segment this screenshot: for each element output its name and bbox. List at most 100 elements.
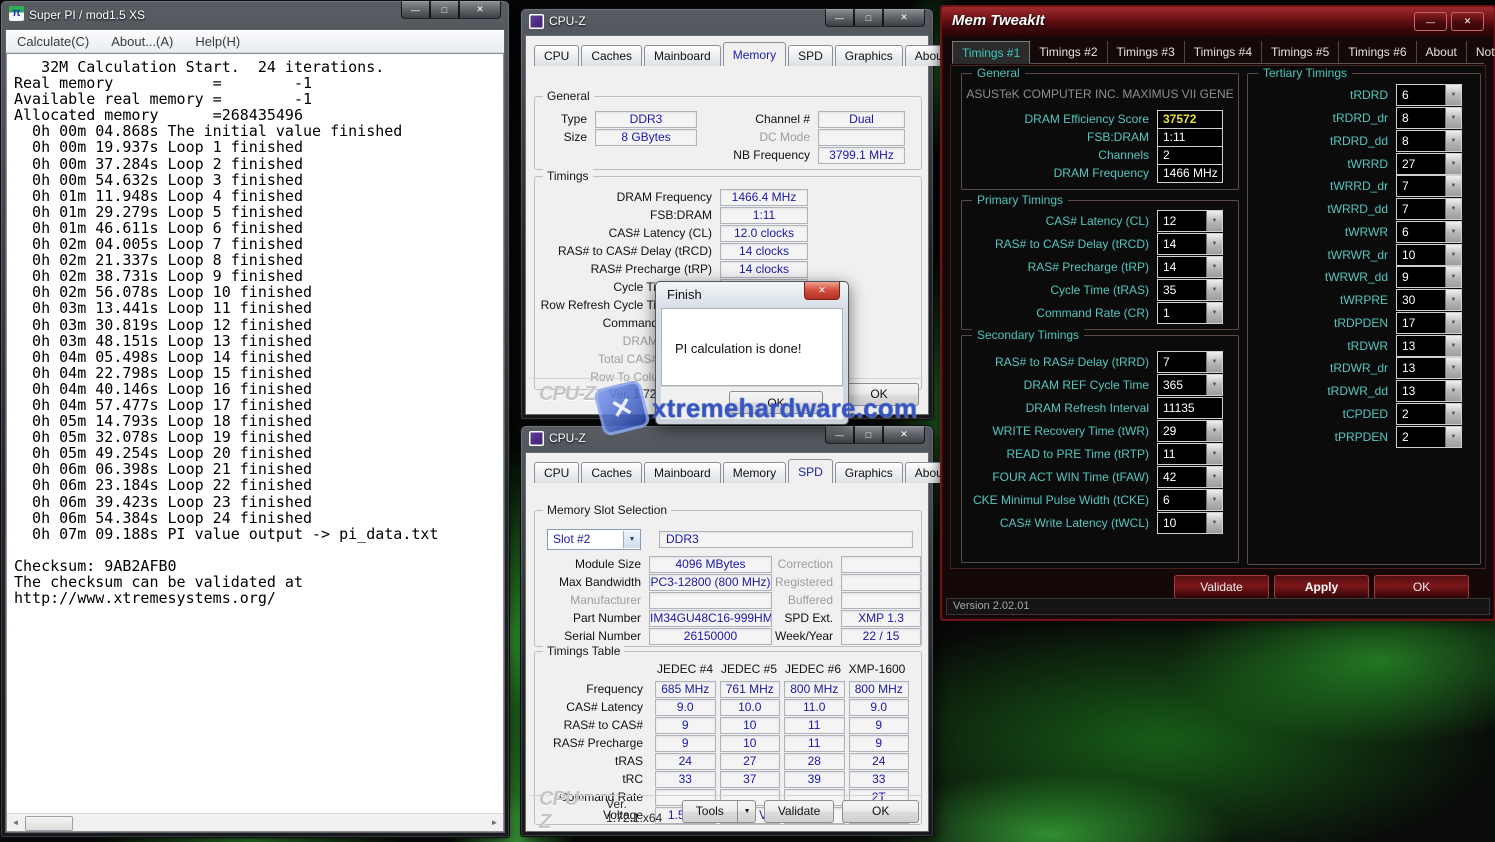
mtk-tab-notice[interactable]: Notice	[1467, 41, 1495, 63]
mtk-tertiary-dropdown-icon-trdrd[interactable]: ▼	[1445, 85, 1461, 105]
cpuz-mem-tab-caches[interactable]: Caches	[581, 45, 642, 66]
mtk-tab-timings-5[interactable]: Timings #5	[1262, 41, 1339, 63]
memtweakit-minimize-button[interactable]: —	[1414, 12, 1447, 31]
mtk-tertiary-dropdown-icon-twrrd-dd[interactable]: ▼	[1445, 199, 1461, 219]
cpuz-spd-tab-mainboard[interactable]: Mainboard	[644, 462, 721, 483]
mtk-secondary-dropdown-icon-cke-minimul-pulse-width-tcke[interactable]: ▼	[1206, 490, 1222, 510]
mtk-primary-value-cas-latency-cl[interactable]: 12▼	[1157, 210, 1223, 232]
mtk-secondary-dropdown-icon-dram-ref-cycle-time[interactable]: ▼	[1206, 375, 1222, 395]
mtk-primary-dropdown-icon-cycle-time-tras[interactable]: ▼	[1206, 280, 1222, 300]
scrollbar-thumb[interactable]	[25, 816, 73, 831]
mtk-tertiary-dropdown-icon-twrrd-dr[interactable]: ▼	[1445, 176, 1461, 196]
mtk-tertiary-value-twrrd[interactable]: 27▼	[1396, 153, 1462, 175]
mtk-primary-value-ras-precharge-trp[interactable]: 14▼	[1157, 256, 1223, 278]
mtk-tertiary-dropdown-icon-twrrd[interactable]: ▼	[1445, 154, 1461, 174]
mtk-tertiary-dropdown-icon-tcpded[interactable]: ▼	[1445, 404, 1461, 424]
slot-select-dropdown-icon[interactable]: ▼	[623, 531, 640, 548]
mtk-secondary-value-dram-ref-cycle-time[interactable]: 365▼	[1157, 374, 1223, 396]
mtk-tertiary-dropdown-icon-trdwr-dd[interactable]: ▼	[1445, 381, 1461, 401]
mtk-secondary-value-read-to-pre-time-trtp[interactable]: 11▼	[1157, 443, 1223, 465]
mtk-tab-timings-3[interactable]: Timings #3	[1108, 41, 1185, 63]
mtk-tertiary-dropdown-icon-trdpden[interactable]: ▼	[1445, 313, 1461, 333]
mtk-tertiary-value-trdpden[interactable]: 17▼	[1396, 312, 1462, 334]
slot-select[interactable]: Slot #2 ▼	[547, 529, 641, 550]
mtk-tertiary-value-trdwr-dr[interactable]: 13▼	[1396, 357, 1462, 379]
mtk-secondary-dropdown-icon-read-to-pre-time-trtp[interactable]: ▼	[1206, 444, 1222, 464]
cpuz-spd-titlebar[interactable]: CPU-Z — □ ✕	[521, 426, 933, 452]
cpuz-memory-minimize-button[interactable]: —	[825, 9, 854, 27]
mtk-tertiary-value-trdrd-dd[interactable]: 8▼	[1396, 130, 1462, 152]
mtk-tertiary-dropdown-icon-trdrd-dr[interactable]: ▼	[1445, 108, 1461, 128]
mtk-tertiary-dropdown-icon-twrwr-dr[interactable]: ▼	[1445, 245, 1461, 265]
menu-item-calculate-c[interactable]: Calculate(C)	[6, 31, 100, 52]
validate-button[interactable]: Validate	[764, 800, 835, 823]
mtk-primary-dropdown-icon-command-rate-cr[interactable]: ▼	[1206, 303, 1222, 323]
memtweakit-validate-button[interactable]: Validate	[1174, 575, 1269, 599]
cpuz-mem-tab-memory[interactable]: Memory	[723, 42, 786, 66]
cpuz-spd-tab-memory[interactable]: Memory	[723, 462, 786, 483]
cpuz-memory-ok-button[interactable]: OK	[839, 383, 919, 406]
finish-dialog-titlebar[interactable]: Finish ✕	[656, 282, 848, 308]
mtk-tertiary-value-twrwr-dd[interactable]: 9▼	[1396, 266, 1462, 288]
cpuz-mem-tab-cpu[interactable]: CPU	[534, 45, 579, 66]
mtk-tab-timings-1[interactable]: Timings #1	[952, 41, 1030, 64]
cpuz-memory-close-button[interactable]: ✕	[883, 9, 925, 27]
mtk-primary-value-cycle-time-tras[interactable]: 35▼	[1157, 279, 1223, 301]
mtk-primary-value-ras-to-cas-delay-trcd[interactable]: 14▼	[1157, 233, 1223, 255]
mtk-tertiary-value-trdrd[interactable]: 6▼	[1396, 84, 1462, 106]
memtweakit-ok-button[interactable]: OK	[1374, 575, 1469, 599]
mtk-general-value-dram-frequency[interactable]: 1466 MHz	[1157, 164, 1223, 183]
mtk-tertiary-value-twrrd-dd[interactable]: 7▼	[1396, 198, 1462, 220]
mtk-secondary-value-write-recovery-time-twr[interactable]: 29▼	[1157, 420, 1223, 442]
mtk-general-value-channels[interactable]: 2	[1157, 146, 1223, 165]
memtweakit-apply-button[interactable]: Apply	[1274, 575, 1369, 599]
mtk-secondary-dropdown-icon-write-recovery-time-twr[interactable]: ▼	[1206, 421, 1222, 441]
mtk-secondary-value-ras-to-ras-delay-trrd[interactable]: 7▼	[1157, 351, 1223, 373]
mtk-tertiary-value-tprpden[interactable]: 2▼	[1396, 426, 1462, 448]
menu-item-help-h[interactable]: Help(H)	[184, 31, 251, 52]
finish-dialog-ok-button[interactable]: OK	[729, 391, 823, 414]
mtk-tertiary-dropdown-icon-twrpre[interactable]: ▼	[1445, 290, 1461, 310]
mtk-tertiary-value-trdwr[interactable]: 13▼	[1396, 335, 1462, 357]
mtk-tertiary-value-twrwr-dr[interactable]: 10▼	[1396, 244, 1462, 266]
mtk-tertiary-value-trdrd-dr[interactable]: 8▼	[1396, 107, 1462, 129]
mtk-tertiary-value-twrpre[interactable]: 30▼	[1396, 289, 1462, 311]
cpuz-spd-maximize-button[interactable]: □	[854, 426, 883, 444]
cpuz-memory-maximize-button[interactable]: □	[854, 9, 883, 27]
mtk-secondary-dropdown-icon-cas-write-latency-twcl[interactable]: ▼	[1206, 513, 1222, 533]
mtk-primary-dropdown-icon-ras-precharge-trp[interactable]: ▼	[1206, 257, 1222, 277]
mtk-tertiary-dropdown-icon-trdwr-dr[interactable]: ▼	[1445, 358, 1461, 378]
cpuz-mem-tab-graphics[interactable]: Graphics	[835, 45, 903, 66]
superpi-minimize-button[interactable]: —	[401, 1, 430, 19]
superpi-maximize-button[interactable]: □	[430, 1, 459, 19]
mtk-tertiary-dropdown-icon-trdwr[interactable]: ▼	[1445, 336, 1461, 356]
mtk-tertiary-value-twrrd-dr[interactable]: 7▼	[1396, 175, 1462, 197]
mtk-primary-dropdown-icon-ras-to-cas-delay-trcd[interactable]: ▼	[1206, 234, 1222, 254]
mtk-tertiary-dropdown-icon-twrwr-dd[interactable]: ▼	[1445, 267, 1461, 287]
mtk-secondary-value-four-act-win-time-tfaw[interactable]: 42▼	[1157, 466, 1223, 488]
mtk-tertiary-dropdown-icon-twrwr[interactable]: ▼	[1445, 222, 1461, 242]
mtk-general-value-fsb-dram[interactable]: 1:11	[1157, 128, 1223, 147]
mtk-secondary-value-dram-refresh-interval[interactable]: 11135	[1157, 397, 1223, 419]
cpuz-spd-tab-cpu[interactable]: CPU	[534, 462, 579, 483]
scroll-right-icon[interactable]: ►	[486, 814, 503, 831]
mtk-tertiary-value-trdwr-dd[interactable]: 13▼	[1396, 380, 1462, 402]
cpuz-spd-close-button[interactable]: ✕	[883, 426, 925, 444]
superpi-close-button[interactable]: ✕	[459, 1, 501, 19]
mtk-tab-timings-6[interactable]: Timings #6	[1339, 41, 1416, 63]
mtk-secondary-value-cke-minimul-pulse-width-tcke[interactable]: 6▼	[1157, 489, 1223, 511]
memtweakit-close-button[interactable]: ✕	[1451, 12, 1484, 31]
mtk-tertiary-value-twrwr[interactable]: 6▼	[1396, 221, 1462, 243]
cpuz-spd-tab-spd[interactable]: SPD	[788, 459, 833, 483]
menu-item-about-a[interactable]: About...(A)	[100, 31, 184, 52]
superpi-titlebar[interactable]: π Super PI / mod1.5 XS — □ ✕	[1, 1, 509, 29]
cpuz-memory-titlebar[interactable]: CPU-Z — □ ✕	[521, 9, 933, 35]
mtk-tab-timings-4[interactable]: Timings #4	[1185, 41, 1262, 63]
finish-dialog-close-button[interactable]: ✕	[804, 282, 840, 300]
cpuz-mem-tab-mainboard[interactable]: Mainboard	[644, 45, 721, 66]
mtk-general-value-dram-efficiency-score[interactable]: 37572	[1157, 110, 1223, 129]
tools-dropdown-icon[interactable]: ▼	[738, 800, 756, 823]
mtk-tab-about[interactable]: About	[1417, 41, 1467, 63]
mtk-primary-value-command-rate-cr[interactable]: 1▼	[1157, 302, 1223, 324]
cpuz-spd-tab-caches[interactable]: Caches	[581, 462, 642, 483]
